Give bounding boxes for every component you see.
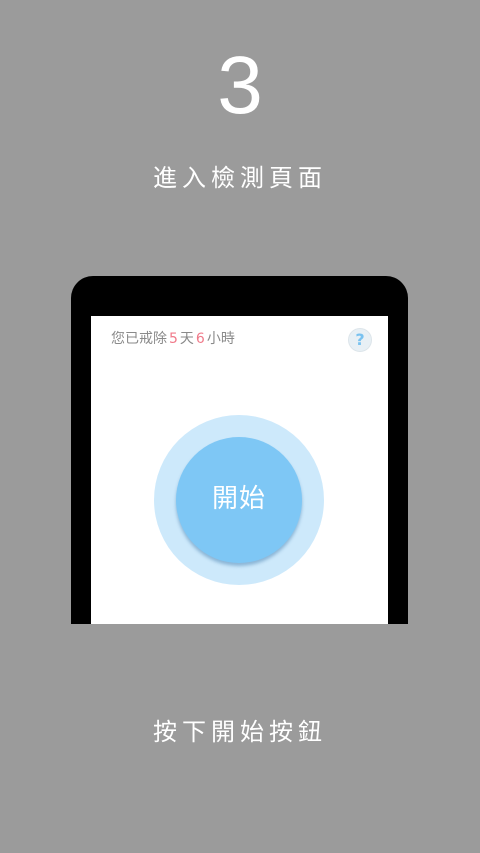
- tutorial-page: 3 進入檢測頁面 您已戒除 5 天 6 小時 ? 開始 按下開始按鈕: [0, 0, 480, 853]
- start-button[interactable]: 開始: [176, 437, 302, 563]
- phone-mockup: 您已戒除 5 天 6 小時 ? 開始: [71, 276, 408, 624]
- help-icon[interactable]: ?: [348, 328, 372, 352]
- quit-prefix: 您已戒除: [111, 331, 167, 347]
- quit-duration-text: 您已戒除 5 天 6 小時: [111, 329, 235, 349]
- step-number: 3: [217, 40, 263, 131]
- hours-unit: 小時: [206, 331, 235, 347]
- hours-count: 6: [195, 331, 205, 347]
- phone-screen: 您已戒除 5 天 6 小時 ? 開始: [91, 316, 388, 624]
- step-caption: 按下開始按鈕: [153, 718, 327, 746]
- days-unit: 天: [179, 331, 194, 347]
- days-count: 5: [169, 331, 178, 347]
- step-title: 進入檢測頁面: [153, 164, 327, 192]
- start-button-ring: 開始: [154, 415, 324, 585]
